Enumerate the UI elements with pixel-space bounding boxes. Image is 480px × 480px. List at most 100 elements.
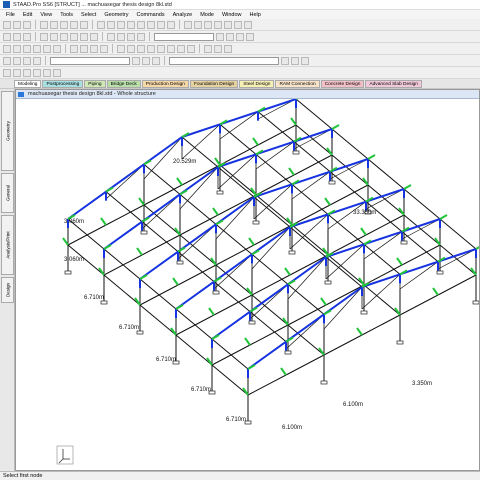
paste-icon[interactable] xyxy=(60,20,68,29)
print-icon[interactable] xyxy=(97,20,105,29)
menu-help[interactable]: Help xyxy=(246,12,265,18)
view-node-icon[interactable] xyxy=(23,68,31,77)
release-icon[interactable] xyxy=(53,44,61,53)
rotate-down-icon[interactable] xyxy=(167,44,175,53)
shade-icon[interactable] xyxy=(100,44,108,53)
mirror-icon[interactable] xyxy=(117,32,125,41)
color-icon[interactable] xyxy=(70,44,78,53)
menu-file[interactable]: File xyxy=(2,12,19,18)
view-top-icon[interactable] xyxy=(157,20,165,29)
check-icon[interactable] xyxy=(291,56,299,65)
structure-diagram-icon[interactable] xyxy=(236,32,244,41)
tab-ram-connection[interactable]: RAM Connection xyxy=(275,79,320,88)
pin-icon[interactable] xyxy=(13,68,21,77)
property-icon[interactable] xyxy=(281,56,289,65)
beam-cursor-icon[interactable] xyxy=(13,32,21,41)
merge-icon[interactable] xyxy=(127,32,135,41)
cursor-node-icon[interactable] xyxy=(13,56,21,65)
member-query-icon[interactable] xyxy=(23,44,31,53)
sidebar-tab-analysis-print[interactable]: Analysis/Print xyxy=(1,215,14,275)
group-select[interactable] xyxy=(169,56,279,65)
snap-grid-icon[interactable] xyxy=(224,20,232,29)
view-front-icon[interactable] xyxy=(137,20,145,29)
menu-commands[interactable]: Commands xyxy=(132,12,168,18)
measure-icon[interactable] xyxy=(226,32,234,41)
column-icon[interactable] xyxy=(13,44,21,53)
fit-icon[interactable] xyxy=(204,44,212,53)
selection-filter-icon[interactable] xyxy=(3,56,11,65)
results-icon[interactable] xyxy=(301,56,309,65)
tab-modeling[interactable]: Modeling xyxy=(14,79,42,88)
menu-analyze[interactable]: Analyze xyxy=(169,12,197,18)
node-query-icon[interactable] xyxy=(33,44,41,53)
tab-foundation-design[interactable]: Foundation Design xyxy=(189,79,239,88)
cursor-plate-icon[interactable] xyxy=(33,56,41,65)
view-plate-icon[interactable] xyxy=(43,68,51,77)
view-member-icon[interactable] xyxy=(33,68,41,77)
zoom-out-icon[interactable] xyxy=(127,44,135,53)
select-plates-icon[interactable] xyxy=(204,20,212,29)
menu-select[interactable]: Select xyxy=(77,12,100,18)
3d-view-icon[interactable] xyxy=(80,44,88,53)
find-icon[interactable] xyxy=(142,56,150,65)
select-solids-icon[interactable] xyxy=(214,20,222,29)
redo-icon[interactable] xyxy=(80,20,88,29)
sidebar-tab-general[interactable]: General xyxy=(1,173,14,213)
menu-mode[interactable]: Mode xyxy=(196,12,218,18)
rotate-right-icon[interactable] xyxy=(187,44,195,53)
axis-icon[interactable] xyxy=(224,44,232,53)
tab-piping[interactable]: Piping xyxy=(84,79,106,88)
menu-view[interactable]: View xyxy=(36,12,56,18)
add-beam-icon[interactable] xyxy=(234,20,242,29)
structure-viewport[interactable]: machuasegar thesis design 8kl.std - Whol… xyxy=(15,89,480,471)
pointer-icon[interactable] xyxy=(3,32,11,41)
magnify-icon[interactable] xyxy=(132,56,140,65)
add-plate-icon[interactable] xyxy=(244,20,252,29)
zoom-icon[interactable] xyxy=(107,20,115,29)
render-icon[interactable] xyxy=(90,32,98,41)
run-analysis-icon[interactable] xyxy=(246,32,254,41)
menu-geometry[interactable]: Geometry xyxy=(100,12,132,18)
view-iso-icon[interactable] xyxy=(167,20,175,29)
support-icon[interactable] xyxy=(70,32,78,41)
load-case-select[interactable] xyxy=(154,32,214,41)
label-beams-icon[interactable] xyxy=(50,32,58,41)
split-icon[interactable] xyxy=(137,32,145,41)
tab-bridge-deck[interactable]: Bridge Deck xyxy=(106,79,141,88)
highlight-icon[interactable] xyxy=(152,56,160,65)
view-select[interactable] xyxy=(50,56,130,65)
zoom-window-icon[interactable] xyxy=(147,44,155,53)
cut-icon[interactable] xyxy=(40,20,48,29)
wireframe-icon[interactable] xyxy=(90,44,98,53)
tab-concrete-design[interactable]: Concrete Design xyxy=(320,79,365,88)
view-side-icon[interactable] xyxy=(147,20,155,29)
tab-production-design[interactable]: Production Design xyxy=(141,79,189,88)
rotate-icon[interactable] xyxy=(127,20,135,29)
view-solid-icon[interactable] xyxy=(53,68,61,77)
rotate-left-icon[interactable] xyxy=(177,44,185,53)
menu-edit[interactable]: Edit xyxy=(19,12,36,18)
copy-icon[interactable] xyxy=(50,20,58,29)
pan-icon[interactable] xyxy=(117,20,125,29)
section-icon[interactable] xyxy=(60,32,68,41)
cursor-beam-icon[interactable] xyxy=(23,56,31,65)
open-file-icon[interactable] xyxy=(13,20,21,29)
menu-tools[interactable]: Tools xyxy=(56,12,77,18)
tab-postprocessing[interactable]: Postprocessing xyxy=(42,79,84,88)
beam-icon[interactable] xyxy=(3,44,11,53)
save-icon[interactable] xyxy=(23,20,31,29)
translate-icon[interactable] xyxy=(107,32,115,41)
new-file-icon[interactable] xyxy=(3,20,11,29)
node-cursor-icon[interactable] xyxy=(23,32,31,41)
lock-icon[interactable] xyxy=(3,68,11,77)
grid-icon[interactable] xyxy=(214,44,222,53)
zoom-extents-icon[interactable] xyxy=(137,44,145,53)
sidebar-tab-design[interactable]: Design xyxy=(1,277,14,303)
undo-icon[interactable] xyxy=(70,20,78,29)
load-icon[interactable] xyxy=(80,32,88,41)
structure-model-canvas[interactable]: 20.529m 33.350m 3.060m 3.060m 6.710m 6.7… xyxy=(16,99,479,471)
select-nodes-icon[interactable] xyxy=(184,20,192,29)
rotate-up-icon[interactable] xyxy=(157,44,165,53)
dimension-icon[interactable] xyxy=(216,32,224,41)
tab-steel-design[interactable]: Steel Design xyxy=(239,79,275,88)
